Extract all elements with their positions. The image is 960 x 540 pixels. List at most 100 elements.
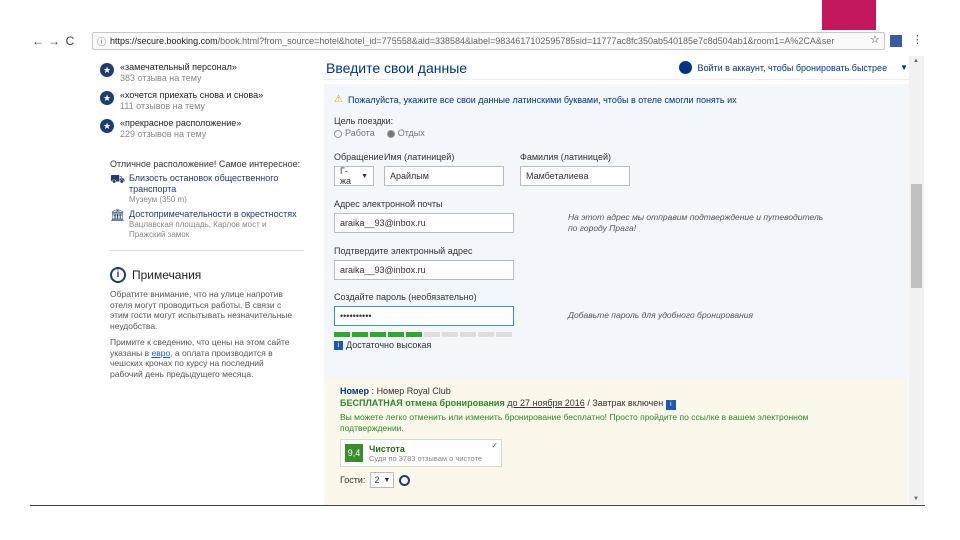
guests-info-icon[interactable] <box>399 474 411 486</box>
salutation-select[interactable]: Г-жа ▼ <box>334 166 374 186</box>
login-button[interactable]: Войти в аккаунт, чтобы бронировать быстр… <box>679 61 916 74</box>
cleanliness-badge: 9,4 Чистота Судя по 3783 отзывам о чистот… <box>340 439 502 467</box>
location-sub: Вацлавская площадь, Карлов мост и Пражск… <box>129 220 267 239</box>
review-count[interactable]: 229 отзывов на тему <box>120 129 241 140</box>
firstname-label: Имя (латиницей) <box>384 152 455 162</box>
salutation-value: Г-жа <box>340 166 352 186</box>
address-bar[interactable]: ⓘ https://secure.booking.com/book.html?f… <box>92 32 885 50</box>
forward-icon[interactable]: → <box>46 34 62 48</box>
location-sub: Музеум (350 m) <box>129 195 187 204</box>
booking-page: ★ «замечательный персонал» 383 отзыва на … <box>100 56 918 506</box>
strength-segment <box>370 332 386 337</box>
clean-title: Чистота <box>369 443 405 454</box>
review-title: «прекрасное расположение» <box>120 118 242 128</box>
room-name: Номер : Номер Royal Club <box>340 386 451 396</box>
lastname-input[interactable]: Мамбеталиева <box>520 166 630 186</box>
note-paragraph: Примите к сведению, что цены на этом сай… <box>100 337 298 379</box>
review-item: ★ «замечательный персонал» 383 отзыва на … <box>100 62 304 84</box>
strength-segment <box>424 332 440 337</box>
notes-header: i Примечания <box>100 267 304 283</box>
bus-icon: ⛟ <box>110 172 126 186</box>
review-count[interactable]: 111 отзывов на тему <box>120 101 263 112</box>
review-item: ★ «хочется приехать снова и снова» 111 от… <box>100 90 304 112</box>
confirm-email-label: Подтвердите электронный адрес <box>334 246 473 256</box>
salutation-label: Обращение <box>334 152 384 162</box>
room-name-value: Номер Royal Club <box>376 386 451 396</box>
info-circle-icon: i <box>110 267 126 283</box>
star-icon: ★ <box>100 63 114 77</box>
review-title: «хочется приехать снова и снова» <box>120 90 264 100</box>
breakfast-text: Завтрак включен <box>592 398 664 408</box>
scroll-down-icon[interactable]: ▼ <box>913 496 919 502</box>
reload-icon[interactable]: C <box>62 34 78 48</box>
url-host: https://secure.booking.com <box>110 36 218 46</box>
lastname-group: Фамилия (латиницей) Мамбеталиева <box>520 152 630 186</box>
divider <box>30 505 925 506</box>
firstname-input[interactable]: Арайлым <box>384 166 504 186</box>
landmark-icon: 🏛 <box>110 208 126 222</box>
strength-text: Достаточно высокая <box>346 340 432 350</box>
back-icon[interactable]: ← <box>30 34 46 48</box>
radio-work-label: Работа <box>345 128 375 138</box>
scrollbar[interactable]: ▲ ▼ <box>909 56 924 504</box>
location-item: ⛟ Близость остановок общественного транс… <box>100 173 304 205</box>
divider <box>110 250 304 251</box>
scrollbar-thumb[interactable] <box>911 184 922 288</box>
email-input[interactable]: araika__93@inbox.ru <box>334 213 514 233</box>
password-input[interactable]: •••••••••• <box>334 306 514 326</box>
guests-row: Гости: 2 ▼ <box>340 472 900 488</box>
strength-segment <box>406 332 422 337</box>
free-cancel-line: БЕСПЛАТНАЯ отмена бронирования до 27 ноя… <box>340 398 900 410</box>
room-card: Номер : Номер Royal Club БЕСПЛАТНАЯ отме… <box>324 378 916 506</box>
radio-leisure[interactable]: Отдых <box>386 128 425 138</box>
login-label: Войти в аккаунт, чтобы бронировать быстр… <box>697 62 888 73</box>
radio-work[interactable]: Работа <box>334 128 375 138</box>
star-icon: ★ <box>100 91 114 105</box>
email-label: Адрес электронной почты <box>334 199 443 209</box>
page-title: Введите свои данные <box>326 59 468 76</box>
location-heading: Отличное расположение! Самое интересное: <box>110 159 301 169</box>
guests-select[interactable]: 2 ▼ <box>370 472 395 488</box>
salutation-group: Обращение Г-жа ▼ <box>334 152 383 186</box>
strength-segment <box>478 332 494 337</box>
purpose-group: Цель поездки: Работа Отдых <box>334 116 425 138</box>
review-count[interactable]: 383 отзыва на тему <box>120 73 237 84</box>
slide-accent <box>822 0 876 30</box>
currency-link[interactable]: евро <box>151 348 170 358</box>
guests-label: Гости: <box>340 475 366 485</box>
menu-icon[interactable]: ⋮ <box>912 33 923 47</box>
location-title: Близость остановок общественного транспо… <box>129 173 279 194</box>
free-cancel-text: Вы можете легко отменить или изменить бр… <box>340 412 809 433</box>
form-header: Введите свои данные Войти в аккаунт, что… <box>324 56 916 80</box>
clean-sub: Судя по 3783 отзывам о чистоте <box>369 453 483 463</box>
radio-leisure-label: Отдых <box>397 128 425 138</box>
email-group: Адрес электронной почты araika__93@inbox… <box>334 199 514 233</box>
firstname-group: Имя (латиницей) Арайлым <box>384 152 504 186</box>
check-icon: ✓ <box>491 441 498 450</box>
info-icon[interactable]: i <box>665 400 676 410</box>
warning-icon: ⚠ <box>334 94 343 105</box>
bookmark-star-icon[interactable]: ☆ <box>870 33 880 47</box>
chevron-down-icon: ▼ <box>361 172 368 180</box>
strength-segment <box>442 332 458 337</box>
browser-toolbar: ← → C ⓘ https://secure.booking.com/book.… <box>30 31 925 51</box>
password-group: Создайте пароль (необязательно) ••••••••… <box>334 292 514 350</box>
notes-title: Примечания <box>132 268 202 282</box>
star-icon: ★ <box>100 119 114 133</box>
extension-icon[interactable] <box>889 35 902 47</box>
location-title: Достопримечательности в окрестностях <box>129 209 297 219</box>
free-cancel-date: до 27 ноября 2016 <box>507 398 585 408</box>
info-icon[interactable]: ⓘ <box>97 35 106 48</box>
free-cancel-title: БЕСПЛАТНАЯ отмена бронирования <box>340 398 505 408</box>
review-title: «замечательный персонал» <box>120 62 237 72</box>
latin-warning: ⚠ Пожалуйста, укажите все свои данные лат… <box>334 94 906 105</box>
screen: ← → C ⓘ https://secure.booking.com/book.… <box>0 0 960 540</box>
password-label: Создайте пароль (необязательно) <box>334 292 477 302</box>
room-label: Номер <box>340 386 370 396</box>
info-icon[interactable]: i <box>334 340 343 350</box>
confirm-email-input[interactable]: araika__93@inbox.ru <box>334 260 514 280</box>
review-item: ★ «прекрасное расположение» 229 отзывов н… <box>100 118 304 140</box>
main-form: Введите свои данные Войти в аккаунт, что… <box>324 56 916 506</box>
warning-text: Пожалуйста, укажите все свои данные лати… <box>347 94 737 105</box>
scroll-up-icon[interactable]: ▲ <box>913 58 919 64</box>
